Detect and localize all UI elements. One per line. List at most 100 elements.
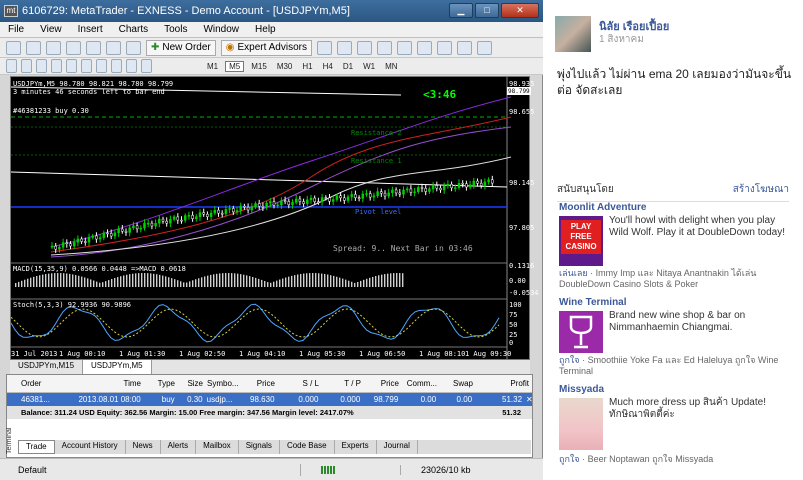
menu-help[interactable]: Help xyxy=(247,24,284,35)
macd-bar xyxy=(207,275,209,287)
candle-body xyxy=(87,237,91,243)
indicators-icon[interactable] xyxy=(476,40,492,55)
menu-tools[interactable]: Tools xyxy=(156,24,195,35)
tab-alerts[interactable]: Alerts xyxy=(161,440,197,454)
like-link[interactable]: ถูกใจ xyxy=(559,454,580,464)
timeframe-m15[interactable]: M15 xyxy=(248,62,270,71)
zoom-in-icon[interactable] xyxy=(376,40,392,55)
macd-bar xyxy=(282,278,284,287)
line-chart-icon[interactable] xyxy=(356,40,372,55)
tab-account-history[interactable]: Account History xyxy=(55,440,126,454)
text-icon[interactable] xyxy=(111,59,122,73)
fibonacci-icon[interactable] xyxy=(96,59,107,73)
menu-window[interactable]: Window xyxy=(195,24,247,35)
candle-body xyxy=(365,193,368,195)
market-watch-icon[interactable] xyxy=(46,40,61,55)
tab-code-base[interactable]: Code Base xyxy=(280,440,335,454)
macd-bar xyxy=(144,273,146,287)
timeframe-w1[interactable]: W1 xyxy=(360,62,378,71)
timeframe-m1[interactable]: M1 xyxy=(204,62,221,71)
candle-body xyxy=(220,212,224,215)
candle-body xyxy=(491,179,494,184)
timeframe-m30[interactable]: M30 xyxy=(274,62,296,71)
time-tick: 1 Aug 09:30 xyxy=(465,350,512,358)
tester-icon[interactable] xyxy=(126,40,141,55)
text-label-icon[interactable] xyxy=(126,59,137,73)
menu-file[interactable]: File xyxy=(0,24,32,35)
candle-body xyxy=(232,208,235,213)
new-order-button[interactable]: ✚ New Order xyxy=(146,39,216,56)
profiles-icon[interactable] xyxy=(26,40,41,55)
avatar[interactable] xyxy=(555,16,591,52)
macd-bar xyxy=(318,273,320,287)
tab-trade[interactable]: Trade xyxy=(18,440,55,454)
trendline-icon[interactable] xyxy=(66,59,77,73)
minimize-button[interactable]: ▁ xyxy=(449,3,473,18)
tab-experts[interactable]: Experts xyxy=(335,440,377,454)
tab-news[interactable]: News xyxy=(126,440,161,454)
menu-insert[interactable]: Insert xyxy=(70,24,111,35)
channel-icon[interactable] xyxy=(81,59,92,73)
arrow-icon[interactable] xyxy=(141,59,152,73)
macd-bar xyxy=(168,277,170,287)
ad-image[interactable]: PLAY FREE CASINO xyxy=(559,216,603,266)
macd-bar xyxy=(321,273,323,287)
chart-tab-m15[interactable]: USDJPYm,M15 xyxy=(10,360,84,374)
chart-shift-icon[interactable] xyxy=(456,40,472,55)
timeframe-m5[interactable]: M5 xyxy=(225,60,245,72)
timeframe-mn[interactable]: MN xyxy=(382,62,400,71)
macd-bar xyxy=(36,275,38,287)
new-chart-icon[interactable] xyxy=(6,40,21,55)
tab-signals[interactable]: Signals xyxy=(239,440,280,454)
expert-advisors-button[interactable]: ◉ Expert Advisors xyxy=(220,39,312,56)
candle-body xyxy=(317,201,320,203)
ad-action-link[interactable]: เล่นเลย xyxy=(559,268,588,278)
maximize-button[interactable]: □ xyxy=(475,3,499,18)
wine-glass-icon[interactable] xyxy=(559,311,603,353)
zoom-out-icon[interactable] xyxy=(396,40,412,55)
close-button[interactable]: ✕ xyxy=(501,3,539,18)
ad-title[interactable]: Wine Terminal xyxy=(559,297,791,308)
navigator-icon[interactable] xyxy=(86,40,101,55)
time-tick: 1 Aug 04:10 xyxy=(239,350,286,358)
dress-photo[interactable] xyxy=(559,398,603,450)
candlestick-icon[interactable] xyxy=(336,40,352,55)
horizontal-line-icon[interactable] xyxy=(51,59,62,73)
data-window-icon[interactable] xyxy=(66,40,81,55)
crosshair-icon[interactable] xyxy=(21,59,32,73)
ad-title[interactable]: Missyada xyxy=(559,384,791,395)
ad-title[interactable]: Moonlit Adventure xyxy=(559,202,791,213)
order-label: #46381233 buy 0.30 xyxy=(13,107,89,115)
timeframe-d1[interactable]: D1 xyxy=(340,62,356,71)
candle-body xyxy=(243,205,246,208)
candle-body xyxy=(280,200,283,206)
order-row[interactable]: 46381... 2013.08.01 08:00 buy 0.30 usdjp… xyxy=(7,393,532,406)
macd-bar xyxy=(315,273,317,287)
menu-view[interactable]: View xyxy=(32,24,70,35)
terminal-icon[interactable] xyxy=(106,40,121,55)
candle-body xyxy=(405,188,409,191)
candle-body xyxy=(76,238,80,243)
vertical-line-icon[interactable] xyxy=(36,59,47,73)
candle-body xyxy=(58,246,61,250)
like-link[interactable]: ถูกใจ xyxy=(559,355,580,365)
ema-line xyxy=(50,116,512,253)
candle-body xyxy=(146,222,150,225)
candle-body xyxy=(183,215,187,221)
tab-mailbox[interactable]: Mailbox xyxy=(196,440,239,454)
post-date[interactable]: 1 สิงหาคม xyxy=(599,32,644,47)
menu-charts[interactable]: Charts xyxy=(111,24,156,35)
autoscroll-icon[interactable] xyxy=(436,40,452,55)
cursor-icon[interactable] xyxy=(6,59,17,73)
macd-bar xyxy=(357,281,359,287)
bar-chart-icon[interactable] xyxy=(316,40,332,55)
timeframe-h4[interactable]: H4 xyxy=(320,62,336,71)
close-order-icon[interactable]: ✕ xyxy=(524,395,532,404)
tile-windows-icon[interactable] xyxy=(416,40,432,55)
price-chart[interactable]: USDJPYm,M5 98.780 98.821 98.780 98.799 3… xyxy=(10,76,539,361)
timeframe-h1[interactable]: H1 xyxy=(299,62,315,71)
tab-journal[interactable]: Journal xyxy=(377,440,418,454)
create-ad-link[interactable]: สร้างโฆษณา xyxy=(733,182,789,197)
chart-tab-m5[interactable]: USDJPYm,M5 xyxy=(83,360,152,374)
macd-bar xyxy=(375,276,377,287)
